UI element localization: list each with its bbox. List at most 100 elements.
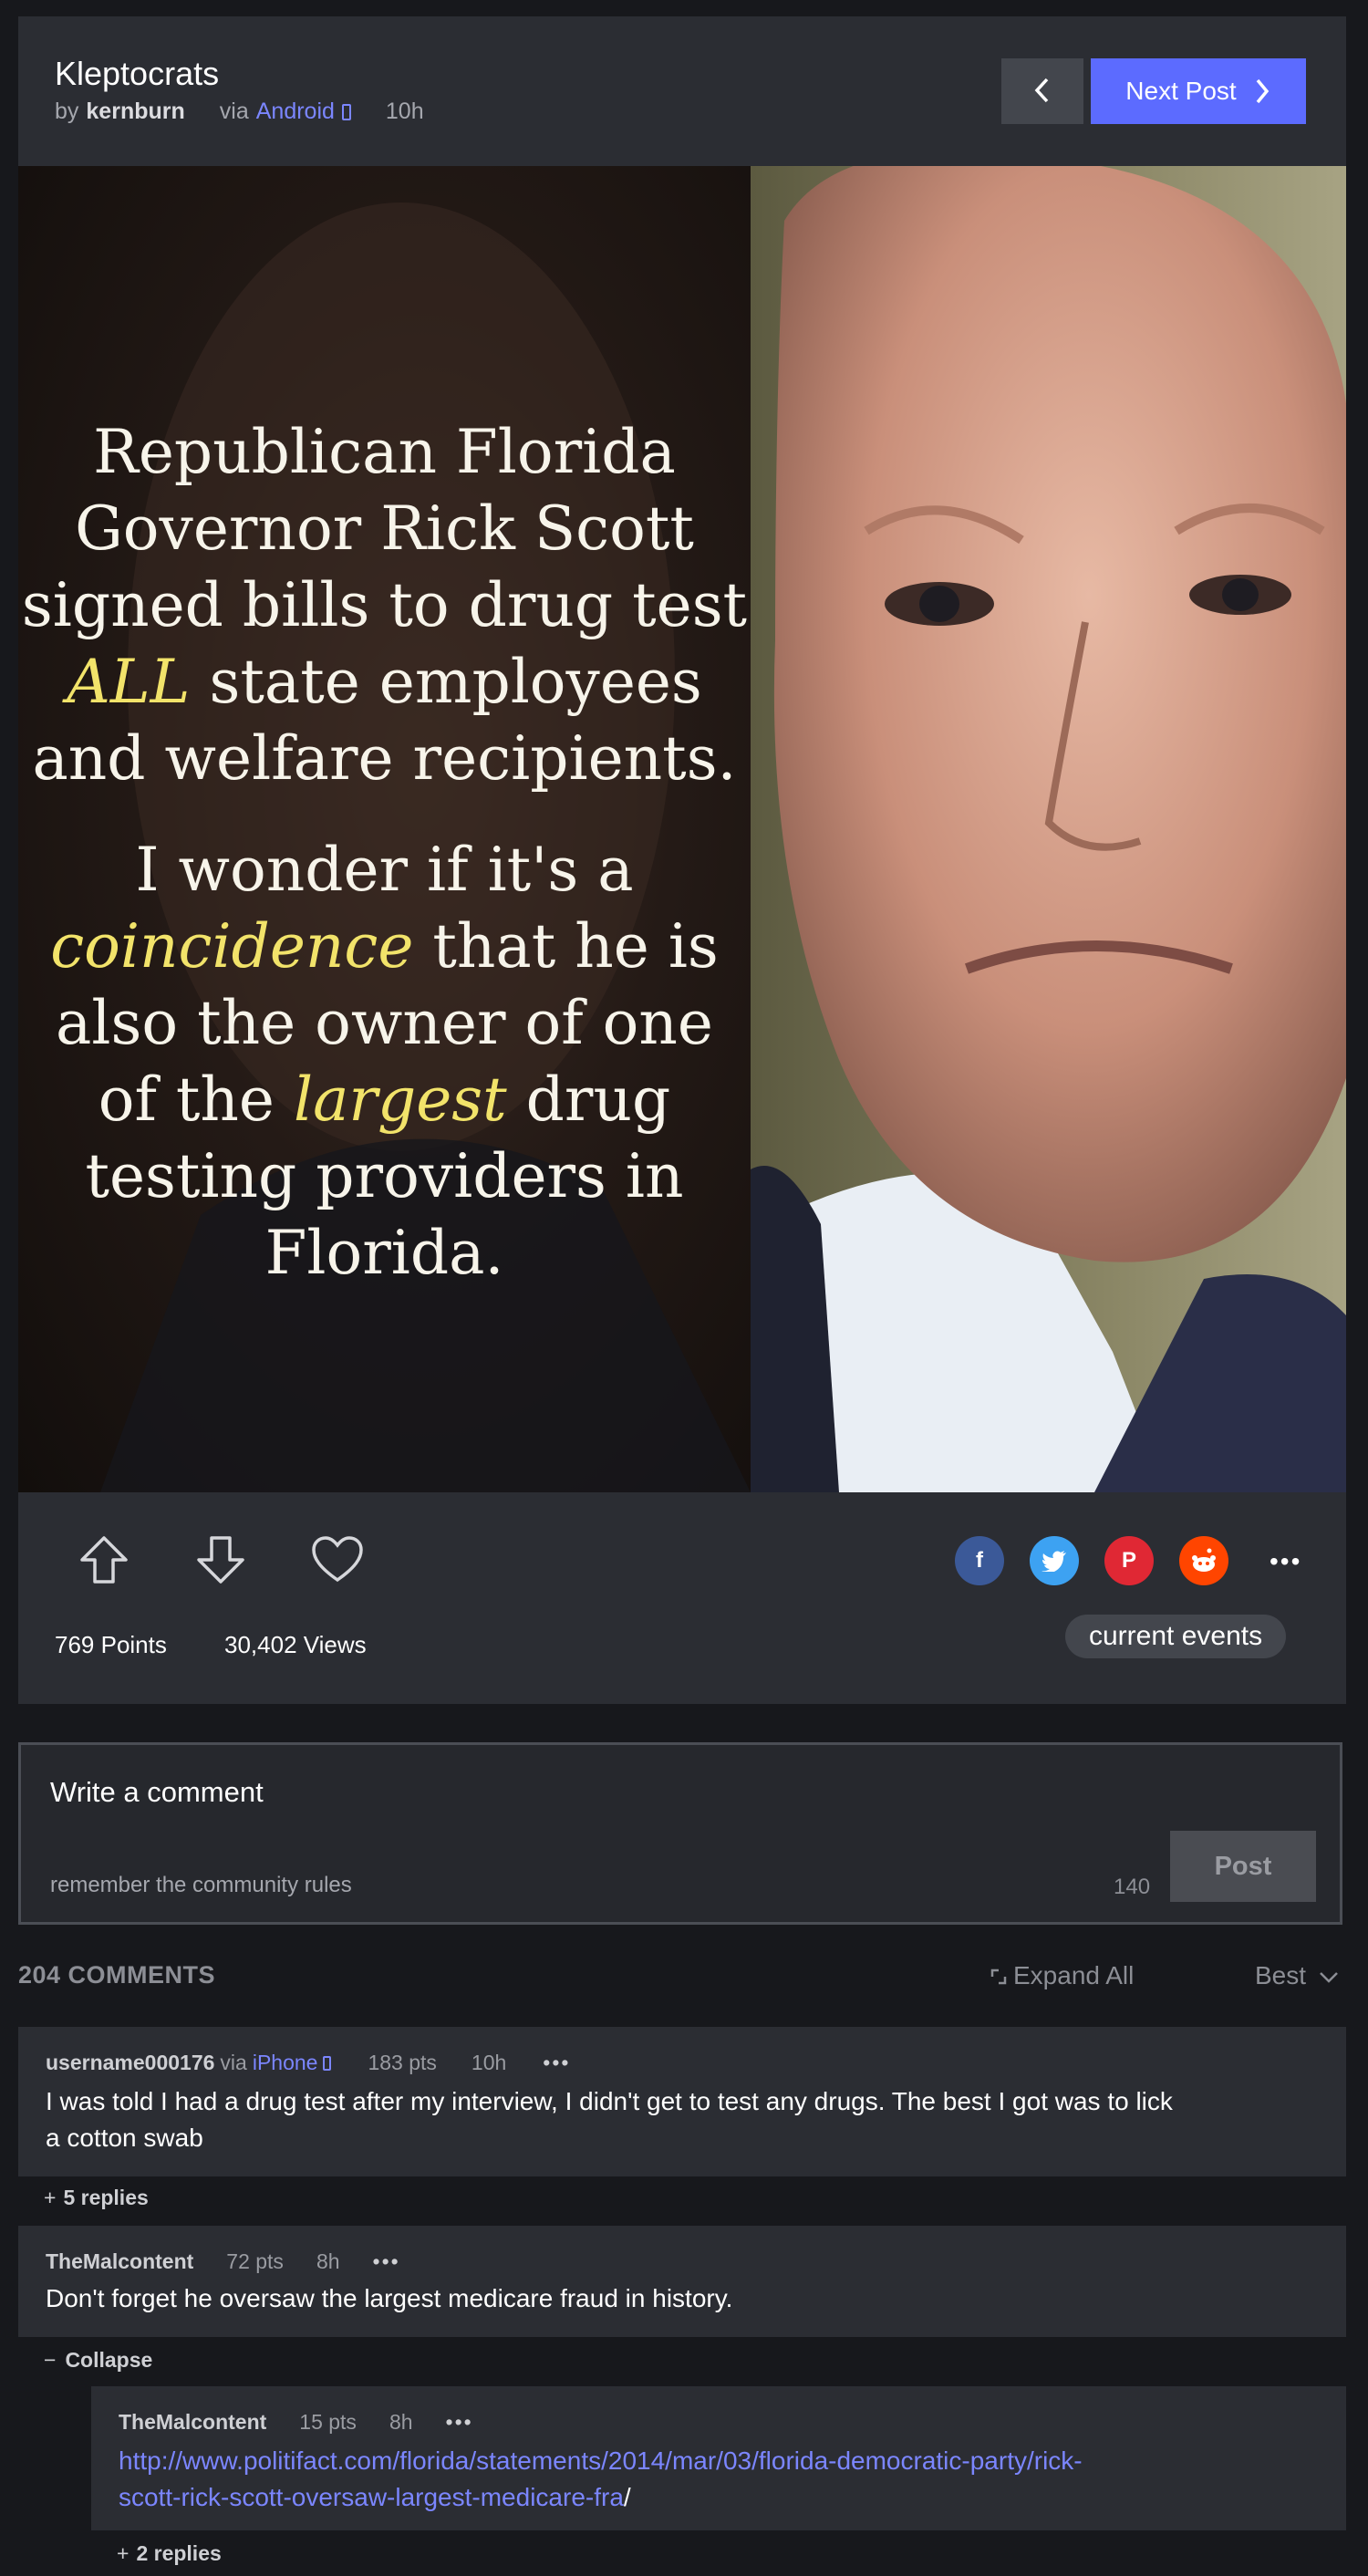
comment-reply: TheMalcontent 15 pts 8h ••• http://www.p… bbox=[91, 2386, 1346, 2530]
post-time: 10h bbox=[385, 99, 424, 124]
sort-label: Best bbox=[1255, 1961, 1307, 1989]
caption-paragraph-2: I wonder if it's a coincidence that he i… bbox=[18, 832, 751, 1292]
caption-line: coincidence that he is bbox=[18, 909, 751, 985]
chevron-right-icon bbox=[1256, 78, 1269, 104]
caption-text: that he is bbox=[413, 911, 719, 982]
comment-composer[interactable]: Write a comment remember the community r… bbox=[18, 1742, 1342, 1925]
replies-label: 5 replies bbox=[63, 2186, 149, 2209]
minus-icon: − bbox=[44, 2348, 57, 2372]
portrait-illustration bbox=[100, 166, 1346, 1492]
views-count: 30,402 Views bbox=[224, 1631, 367, 1658]
facebook-icon[interactable]: f bbox=[955, 1536, 1004, 1585]
caption-line: Florida. bbox=[264, 1218, 504, 1288]
caption-line: of the largest drug bbox=[18, 1062, 751, 1138]
chevron-left-icon bbox=[1034, 78, 1049, 102]
phone-icon bbox=[341, 103, 351, 120]
comment-points: 15 pts bbox=[299, 2410, 357, 2434]
caption-line: also the owner of one bbox=[56, 988, 713, 1058]
show-replies-button[interactable]: +2 replies bbox=[117, 2541, 222, 2566]
comments-toolbar: 204 COMMENTS Expand All Best bbox=[18, 1961, 1350, 1998]
comments-count: 204 COMMENTS bbox=[18, 1961, 216, 1989]
collapse-label: Collapse bbox=[65, 2348, 153, 2372]
comment-author[interactable]: TheMalcontent bbox=[46, 2249, 193, 2274]
character-count: 140 bbox=[1114, 1875, 1151, 1899]
sort-dropdown[interactable]: Best bbox=[1255, 1961, 1339, 1990]
post-meta: by kernburn via Android 10h bbox=[55, 99, 424, 125]
platform-link[interactable]: iPhone bbox=[253, 2051, 318, 2075]
caption-text: state employees bbox=[190, 647, 702, 717]
comment: TheMalcontent 72 pts 8h ••• Don't forget… bbox=[18, 2226, 1346, 2337]
comment-line: http://www.politifact.com/florida/statem… bbox=[119, 2443, 1322, 2479]
comment-link[interactable]: scott-rick-scott-oversaw-largest-medicar… bbox=[119, 2483, 624, 2511]
favorite-heart-icon[interactable] bbox=[310, 1532, 365, 1587]
show-replies-button[interactable]: +5 replies bbox=[44, 2186, 149, 2210]
via-label: via bbox=[219, 99, 249, 124]
next-post-button[interactable]: Next Post bbox=[1091, 58, 1306, 124]
upvote-icon[interactable] bbox=[77, 1532, 131, 1587]
comment: username000176 via iPhone 183 pts 10h ••… bbox=[18, 2027, 1346, 2176]
more-options-icon[interactable]: ••• bbox=[1270, 1547, 1301, 1576]
caption-line: Governor Rick Scott bbox=[75, 493, 694, 564]
next-post-label: Next Post bbox=[1125, 77, 1237, 105]
post-image[interactable]: Republican Florida Governor Rick Scott s… bbox=[18, 166, 1346, 1492]
caption-line: testing providers in bbox=[85, 1141, 684, 1211]
via-label: via bbox=[220, 2051, 247, 2074]
comment-points: 183 pts bbox=[368, 2051, 437, 2074]
comment-body: http://www.politifact.com/florida/statem… bbox=[119, 2443, 1322, 2516]
plus-icon: + bbox=[44, 2186, 57, 2209]
pinterest-icon[interactable]: P bbox=[1104, 1536, 1154, 1585]
comment-time: 8h bbox=[316, 2249, 340, 2273]
caption-line: signed bills to drug test bbox=[21, 570, 748, 640]
post-title: Kleptocrats bbox=[55, 55, 220, 92]
comment-text: / bbox=[623, 2483, 631, 2511]
comment-input[interactable]: Write a comment bbox=[50, 1776, 264, 1809]
caption-highlight: largest bbox=[293, 1065, 507, 1135]
caption-line: I wonder if it's a bbox=[135, 835, 634, 905]
comment-meta: username000176 via iPhone 183 pts 10h ••… bbox=[46, 2051, 570, 2075]
comment-link[interactable]: http://www.politifact.com/florida/statem… bbox=[119, 2446, 1083, 2475]
comment-options-icon[interactable]: ••• bbox=[373, 2249, 400, 2274]
caption-text: drug bbox=[506, 1065, 671, 1135]
caption-highlight: coincidence bbox=[50, 911, 414, 982]
comment-body: I was told I had a drug test after my in… bbox=[46, 2083, 1304, 2156]
expand-icon bbox=[990, 1968, 1007, 1985]
twitter-icon[interactable] bbox=[1030, 1536, 1079, 1585]
phone-icon bbox=[323, 2055, 332, 2071]
caption-paragraph-1: Republican Florida Governor Rick Scott s… bbox=[18, 414, 751, 797]
post-card: Kleptocrats by kernburn via Android 10h … bbox=[18, 16, 1346, 1704]
post-header: Kleptocrats by kernburn via Android 10h … bbox=[18, 16, 1346, 166]
comment-line: I was told I had a drug test after my in… bbox=[46, 2087, 1173, 2115]
chevron-down-icon bbox=[1319, 1972, 1338, 1983]
caption-line: Republican Florida bbox=[93, 417, 676, 487]
comment-meta: TheMalcontent 72 pts 8h ••• bbox=[46, 2249, 400, 2274]
post-author[interactable]: kernburn bbox=[86, 99, 184, 125]
reddit-icon[interactable] bbox=[1179, 1536, 1228, 1585]
comment-time: 10h bbox=[471, 2051, 507, 2074]
downvote-icon[interactable] bbox=[193, 1532, 248, 1587]
by-label: by bbox=[55, 99, 79, 124]
expand-all-label: Expand All bbox=[1013, 1961, 1135, 1989]
caption-line: and welfare recipients. bbox=[32, 723, 737, 794]
comment-points: 72 pts bbox=[226, 2249, 284, 2273]
platform-link[interactable]: Android bbox=[256, 99, 335, 125]
comment-options-icon[interactable]: ••• bbox=[543, 2051, 570, 2075]
replies-label: 2 replies bbox=[136, 2541, 222, 2565]
comment-options-icon[interactable]: ••• bbox=[446, 2410, 473, 2435]
page: Kleptocrats by kernburn via Android 10h … bbox=[0, 0, 1368, 2576]
comment-line: a cotton swab bbox=[46, 2124, 203, 2152]
twitter-bird-glyph bbox=[1042, 1551, 1066, 1572]
comment-body: Don't forget he oversaw the largest medi… bbox=[46, 2284, 733, 2312]
caption-highlight: ALL bbox=[67, 647, 191, 717]
plus-icon: + bbox=[117, 2541, 130, 2565]
expand-all-button[interactable]: Expand All bbox=[990, 1961, 1134, 1990]
reddit-alien-glyph bbox=[1192, 1548, 1216, 1572]
previous-post-button[interactable] bbox=[1001, 58, 1083, 124]
collapse-replies-button[interactable]: − Collapse bbox=[44, 2348, 152, 2373]
comment-meta: TheMalcontent 15 pts 8h ••• bbox=[119, 2410, 473, 2435]
comment-author[interactable]: TheMalcontent bbox=[119, 2410, 266, 2435]
post-actions: 769 Points 30,402 Views f P ••• current … bbox=[18, 1492, 1346, 1704]
comment-author[interactable]: username000176 bbox=[46, 2051, 214, 2075]
tag-current-events[interactable]: current events bbox=[1065, 1615, 1287, 1658]
caption-text: of the bbox=[98, 1065, 294, 1135]
post-comment-button[interactable]: Post bbox=[1170, 1831, 1316, 1902]
